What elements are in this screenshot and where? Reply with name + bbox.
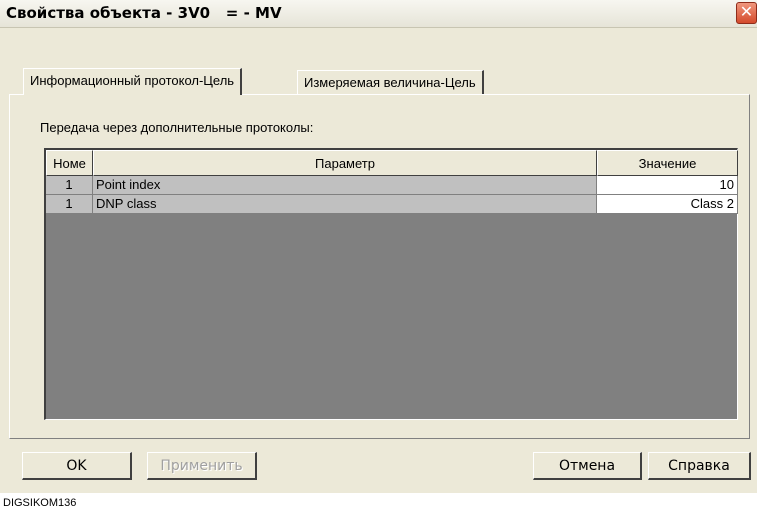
tab-label: Измеряемая величина-Цель — [304, 75, 476, 90]
column-header-number[interactable]: Номе — [46, 150, 93, 176]
table-cell-value[interactable]: 10 — [597, 176, 738, 195]
tab-label: Информационный протокол-Цель — [30, 73, 235, 88]
table-cell-number[interactable]: 1 — [46, 176, 93, 195]
column-header-value[interactable]: Значение — [597, 150, 738, 176]
column-header-parameter[interactable]: Параметр — [93, 150, 597, 176]
section-label: Передача через дополнительные протоколы: — [40, 120, 314, 135]
table-cell-parameter[interactable]: DNP class — [93, 195, 597, 214]
window-title: Свойства объекта - 3V0 = - MV — [6, 4, 282, 22]
table-cell-parameter[interactable]: Point index — [93, 176, 597, 195]
figure-caption: DIGSIKOM136 — [3, 497, 77, 509]
table-cell-value[interactable]: Class 2 — [597, 195, 738, 214]
protocol-parameters-table[interactable]: Номе Параметр Значение 1 Point index 10 … — [44, 148, 738, 420]
table-cell-number[interactable]: 1 — [46, 195, 93, 214]
tab-information-protocol-target[interactable]: Информационный протокол-Цель — [23, 68, 243, 95]
tab-measured-value-target[interactable]: Измеряемая величина-Цель — [297, 70, 484, 94]
help-button[interactable]: Справка — [648, 452, 751, 480]
cancel-button[interactable]: Отмена — [533, 452, 642, 480]
object-properties-dialog: Свойства объекта - 3V0 = - MV ✕ Информац… — [0, 0, 757, 493]
title-bar[interactable]: Свойства объекта - 3V0 = - MV ✕ — [0, 0, 757, 28]
close-button[interactable]: ✕ — [736, 2, 757, 24]
close-icon: ✕ — [739, 4, 754, 21]
apply-button[interactable]: Применить — [147, 452, 257, 480]
ok-button[interactable]: OK — [22, 452, 132, 480]
